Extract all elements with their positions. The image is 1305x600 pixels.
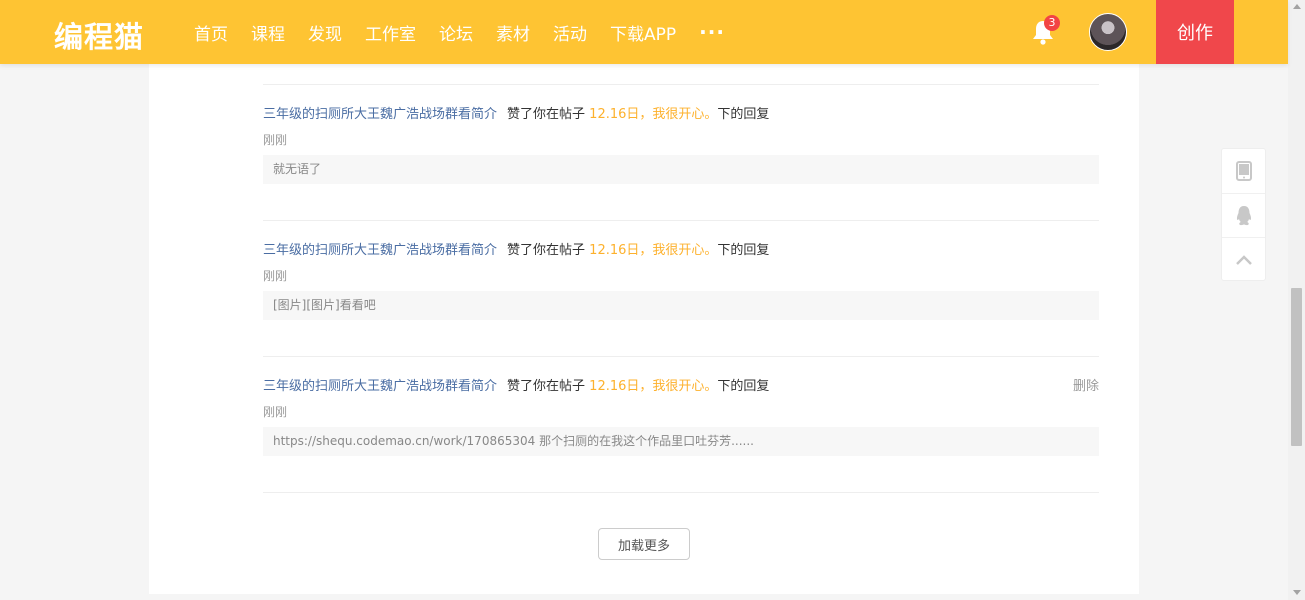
scroll-up-arrow-icon[interactable] xyxy=(1293,4,1301,9)
notification-item: 三年级的扫厕所大王魏广浩战场群看简介 赞了你在帖子 12.16日，我很开心。下的回… xyxy=(263,241,1099,320)
scroll-down-arrow-icon[interactable] xyxy=(1293,590,1301,595)
nav-forum[interactable]: 论坛 xyxy=(439,20,473,45)
divider xyxy=(263,220,1099,221)
post-link[interactable]: 12.16日，我很开心。 xyxy=(589,379,717,394)
nav-home[interactable]: 首页 xyxy=(194,20,228,45)
load-more-button[interactable]: 加载更多 xyxy=(598,528,690,560)
divider xyxy=(263,492,1099,493)
nav-discover[interactable]: 发现 xyxy=(308,20,342,45)
user-link[interactable]: 三年级的扫厕所大王魏广浩战场群看简介 xyxy=(263,379,497,394)
qq-icon[interactable] xyxy=(1222,193,1265,237)
top-nav-bar: 编程猫 首页 课程 发现 工作室 论坛 素材 活动 下载APP ··· 3 创作 xyxy=(0,0,1288,64)
nav-events[interactable]: 活动 xyxy=(553,20,587,45)
reply-quote[interactable]: 就无语了 xyxy=(263,155,1099,184)
post-link[interactable]: 12.16日，我很开心。 xyxy=(589,107,717,122)
suffix-text: 下的回复 xyxy=(717,107,770,122)
timestamp: 刚刚 xyxy=(263,269,288,283)
notification-list-card: 三年级的扫厕所大王魏广浩战场群看简介 赞了你在帖子 12.16日，我很开心。下的回… xyxy=(149,0,1139,594)
user-link[interactable]: 三年级的扫厕所大王魏广浩战场群看简介 xyxy=(263,107,497,122)
post-link[interactable]: 12.16日，我很开心。 xyxy=(589,243,717,258)
logo[interactable]: 编程猫 xyxy=(54,14,144,56)
suffix-text: 下的回复 xyxy=(717,379,770,394)
tablet-icon[interactable] xyxy=(1222,149,1265,193)
delete-button[interactable]: 删除 xyxy=(1073,377,1099,397)
notification-bell-icon[interactable]: 3 xyxy=(1030,15,1060,46)
action-text: 赞了你在帖子 xyxy=(507,379,586,394)
notification-item: 三年级的扫厕所大王魏广浩战场群看简介 赞了你在帖子 12.16日，我很开心。下的回… xyxy=(263,377,1099,456)
timestamp: 刚刚 xyxy=(263,133,288,147)
main-nav: 首页 课程 发现 工作室 论坛 素材 活动 下载APP ··· xyxy=(194,0,725,64)
user-avatar[interactable] xyxy=(1089,13,1127,51)
nav-courses[interactable]: 课程 xyxy=(251,20,285,45)
notification-text: 三年级的扫厕所大王魏广浩战场群看简介 赞了你在帖子 12.16日，我很开心。下的回… xyxy=(263,105,1099,125)
notification-text: 三年级的扫厕所大王魏广浩战场群看简介 赞了你在帖子 12.16日，我很开心。下的回… xyxy=(263,241,1099,261)
action-text: 赞了你在帖子 xyxy=(507,107,586,122)
notification-item: 三年级的扫厕所大王魏广浩战场群看简介 赞了你在帖子 12.16日，我很开心。下的回… xyxy=(263,105,1099,184)
notification-text: 三年级的扫厕所大王魏广浩战场群看简介 赞了你在帖子 12.16日，我很开心。下的回… xyxy=(263,377,1099,397)
notification-badge: 3 xyxy=(1044,15,1060,31)
suffix-text: 下的回复 xyxy=(717,243,770,258)
back-to-top-icon[interactable] xyxy=(1222,237,1265,281)
nav-studio[interactable]: 工作室 xyxy=(365,20,416,45)
reply-quote[interactable]: https://shequ.codemao.cn/work/170865304 … xyxy=(263,427,1099,456)
reply-quote[interactable]: [图片][图片]看看吧 xyxy=(263,291,1099,320)
divider xyxy=(263,84,1099,85)
nav-download-app[interactable]: 下载APP xyxy=(610,20,676,45)
timestamp: 刚刚 xyxy=(263,405,288,419)
action-text: 赞了你在帖子 xyxy=(507,243,586,258)
scrollbar-thumb[interactable] xyxy=(1291,288,1302,446)
user-link[interactable]: 三年级的扫厕所大王魏广浩战场群看简介 xyxy=(263,243,497,258)
side-toolbar xyxy=(1221,148,1266,281)
nav-materials[interactable]: 素材 xyxy=(496,20,530,45)
create-button[interactable]: 创作 xyxy=(1156,0,1234,64)
divider xyxy=(263,356,1099,357)
nav-more-icon[interactable]: ··· xyxy=(699,20,725,44)
